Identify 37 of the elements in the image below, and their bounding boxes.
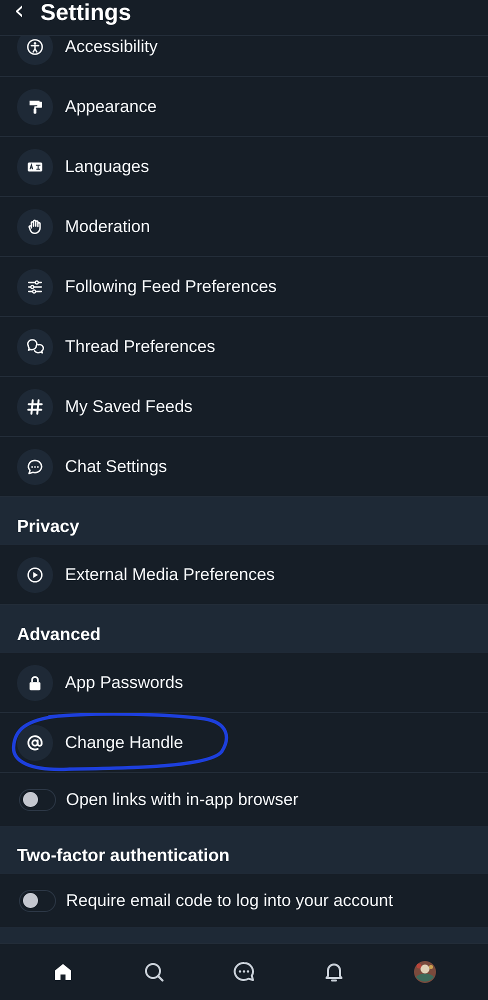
settings-row[interactable]: Accessibility — [0, 36, 488, 77]
hashtag-icon — [26, 398, 44, 416]
row-label: Appearance — [65, 96, 157, 116]
toggle-switch[interactable] — [19, 890, 56, 912]
settings-row[interactable]: Change Handle — [0, 713, 488, 773]
section-title: Privacy — [17, 515, 80, 537]
row-label: Accessibility — [65, 36, 158, 56]
settings-row[interactable]: Languages — [0, 137, 488, 197]
toggle-label: Open links with in-app browser — [66, 790, 298, 810]
back-button[interactable]: ‹ — [12, 0, 26, 22]
settings-row[interactable]: Following Feed Preferences — [0, 257, 488, 317]
row-label: Chat Settings — [65, 456, 168, 476]
row-label: Following Feed Preferences — [65, 276, 277, 296]
settings-row[interactable]: App Passwords — [0, 653, 488, 713]
section-title: Two-factor authentication — [17, 844, 230, 866]
row-label: My Saved Feeds — [65, 396, 193, 416]
row-label: Languages — [65, 156, 150, 176]
toggle-label: Require email code to log into your account — [66, 890, 393, 910]
section-title: Advanced — [17, 623, 101, 645]
row-label: Moderation — [65, 216, 150, 236]
hand-icon — [26, 218, 44, 236]
settings-row[interactable]: My Saved Feeds — [0, 377, 488, 437]
sliders-icon — [26, 278, 44, 296]
accessibility-icon — [26, 38, 44, 56]
chat-bubble-icon — [26, 458, 44, 476]
row-label: Thread Preferences — [65, 336, 216, 356]
row-label: External Media Preferences — [65, 564, 275, 584]
settings-row[interactable]: Moderation — [0, 197, 488, 257]
settings-row[interactable]: Thread Preferences — [0, 317, 488, 377]
row-label: App Passwords — [65, 672, 184, 692]
play-circle-icon — [26, 566, 44, 584]
at-sign-icon — [26, 734, 44, 752]
row-label: Change Handle — [65, 732, 184, 752]
settings-row[interactable]: Appearance — [0, 77, 488, 137]
page-title: Settings — [40, 0, 132, 24]
speech-bubbles-icon — [26, 338, 44, 356]
toggle-switch[interactable] — [19, 788, 56, 810]
